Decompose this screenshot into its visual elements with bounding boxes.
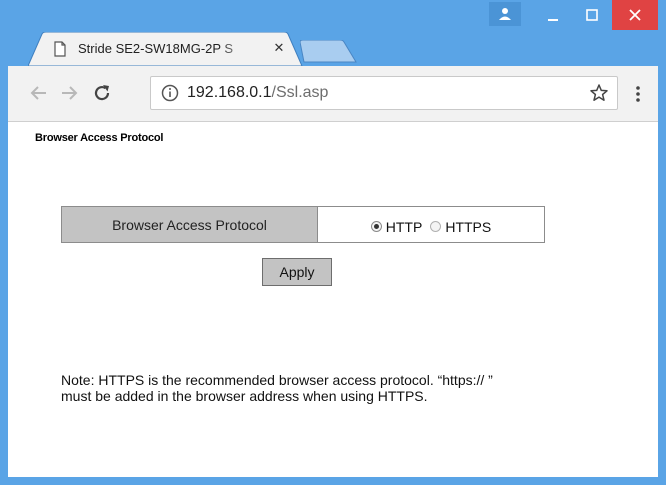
tab-strip: Stride SE2-SW18MG-2P S ✕ bbox=[0, 0, 666, 66]
profile-icon[interactable] bbox=[489, 2, 521, 26]
radio-http[interactable]: HTTP bbox=[370, 218, 423, 235]
maximize-icon[interactable] bbox=[573, 0, 611, 30]
url-path: /Ssl.asp bbox=[271, 84, 329, 101]
reload-icon[interactable] bbox=[90, 81, 114, 105]
minimize-icon[interactable] bbox=[534, 0, 572, 30]
note-line-1: Note: HTTPS is the recommended browser a… bbox=[61, 372, 493, 388]
radio-http-circle[interactable] bbox=[370, 221, 382, 232]
note-text: Note: HTTPS is the recommended browser a… bbox=[61, 372, 601, 404]
tab-title: Stride SE2-SW18MG-2P S bbox=[78, 41, 234, 56]
browser-window: Stride SE2-SW18MG-2P S ✕ 192.168.0.1/Ssl… bbox=[0, 0, 666, 485]
protocol-label: Browser Access Protocol bbox=[62, 207, 318, 242]
tab-close-icon[interactable]: ✕ bbox=[270, 39, 288, 57]
apply-button[interactable]: Apply bbox=[262, 258, 332, 286]
url-host: 192.168.0.1 bbox=[187, 84, 272, 101]
radio-http-label: HTTP bbox=[385, 218, 423, 235]
radio-https[interactable]: HTTPS bbox=[430, 219, 491, 235]
url-text: 192.168.0.1/Ssl.asp bbox=[187, 84, 328, 102]
browser-toolbar: 192.168.0.1/Ssl.asp bbox=[8, 66, 658, 122]
menu-icon[interactable] bbox=[628, 81, 648, 107]
window-close-icon[interactable] bbox=[612, 0, 658, 30]
radio-https-label: HTTPS bbox=[445, 218, 492, 235]
protocol-table: Browser Access Protocol HTTP HTTPS bbox=[61, 206, 545, 243]
page-content: Browser Access Protocol Browser Access P… bbox=[8, 122, 658, 477]
note-line-2: must be added in the browser address whe… bbox=[61, 388, 428, 404]
forward-arrow-icon[interactable] bbox=[58, 81, 82, 105]
info-icon[interactable] bbox=[161, 84, 179, 102]
address-bar[interactable]: 192.168.0.1/Ssl.asp bbox=[150, 76, 618, 110]
radio-https-circle[interactable] bbox=[430, 221, 442, 232]
protocol-options: HTTP HTTPS bbox=[318, 207, 544, 242]
document-icon bbox=[54, 41, 66, 57]
back-arrow-icon[interactable] bbox=[26, 81, 50, 105]
new-tab-button[interactable] bbox=[299, 39, 360, 64]
page-title: Browser Access Protocol bbox=[35, 132, 164, 144]
active-tab[interactable]: Stride SE2-SW18MG-2P S ✕ bbox=[28, 32, 304, 66]
star-icon[interactable] bbox=[589, 83, 609, 103]
